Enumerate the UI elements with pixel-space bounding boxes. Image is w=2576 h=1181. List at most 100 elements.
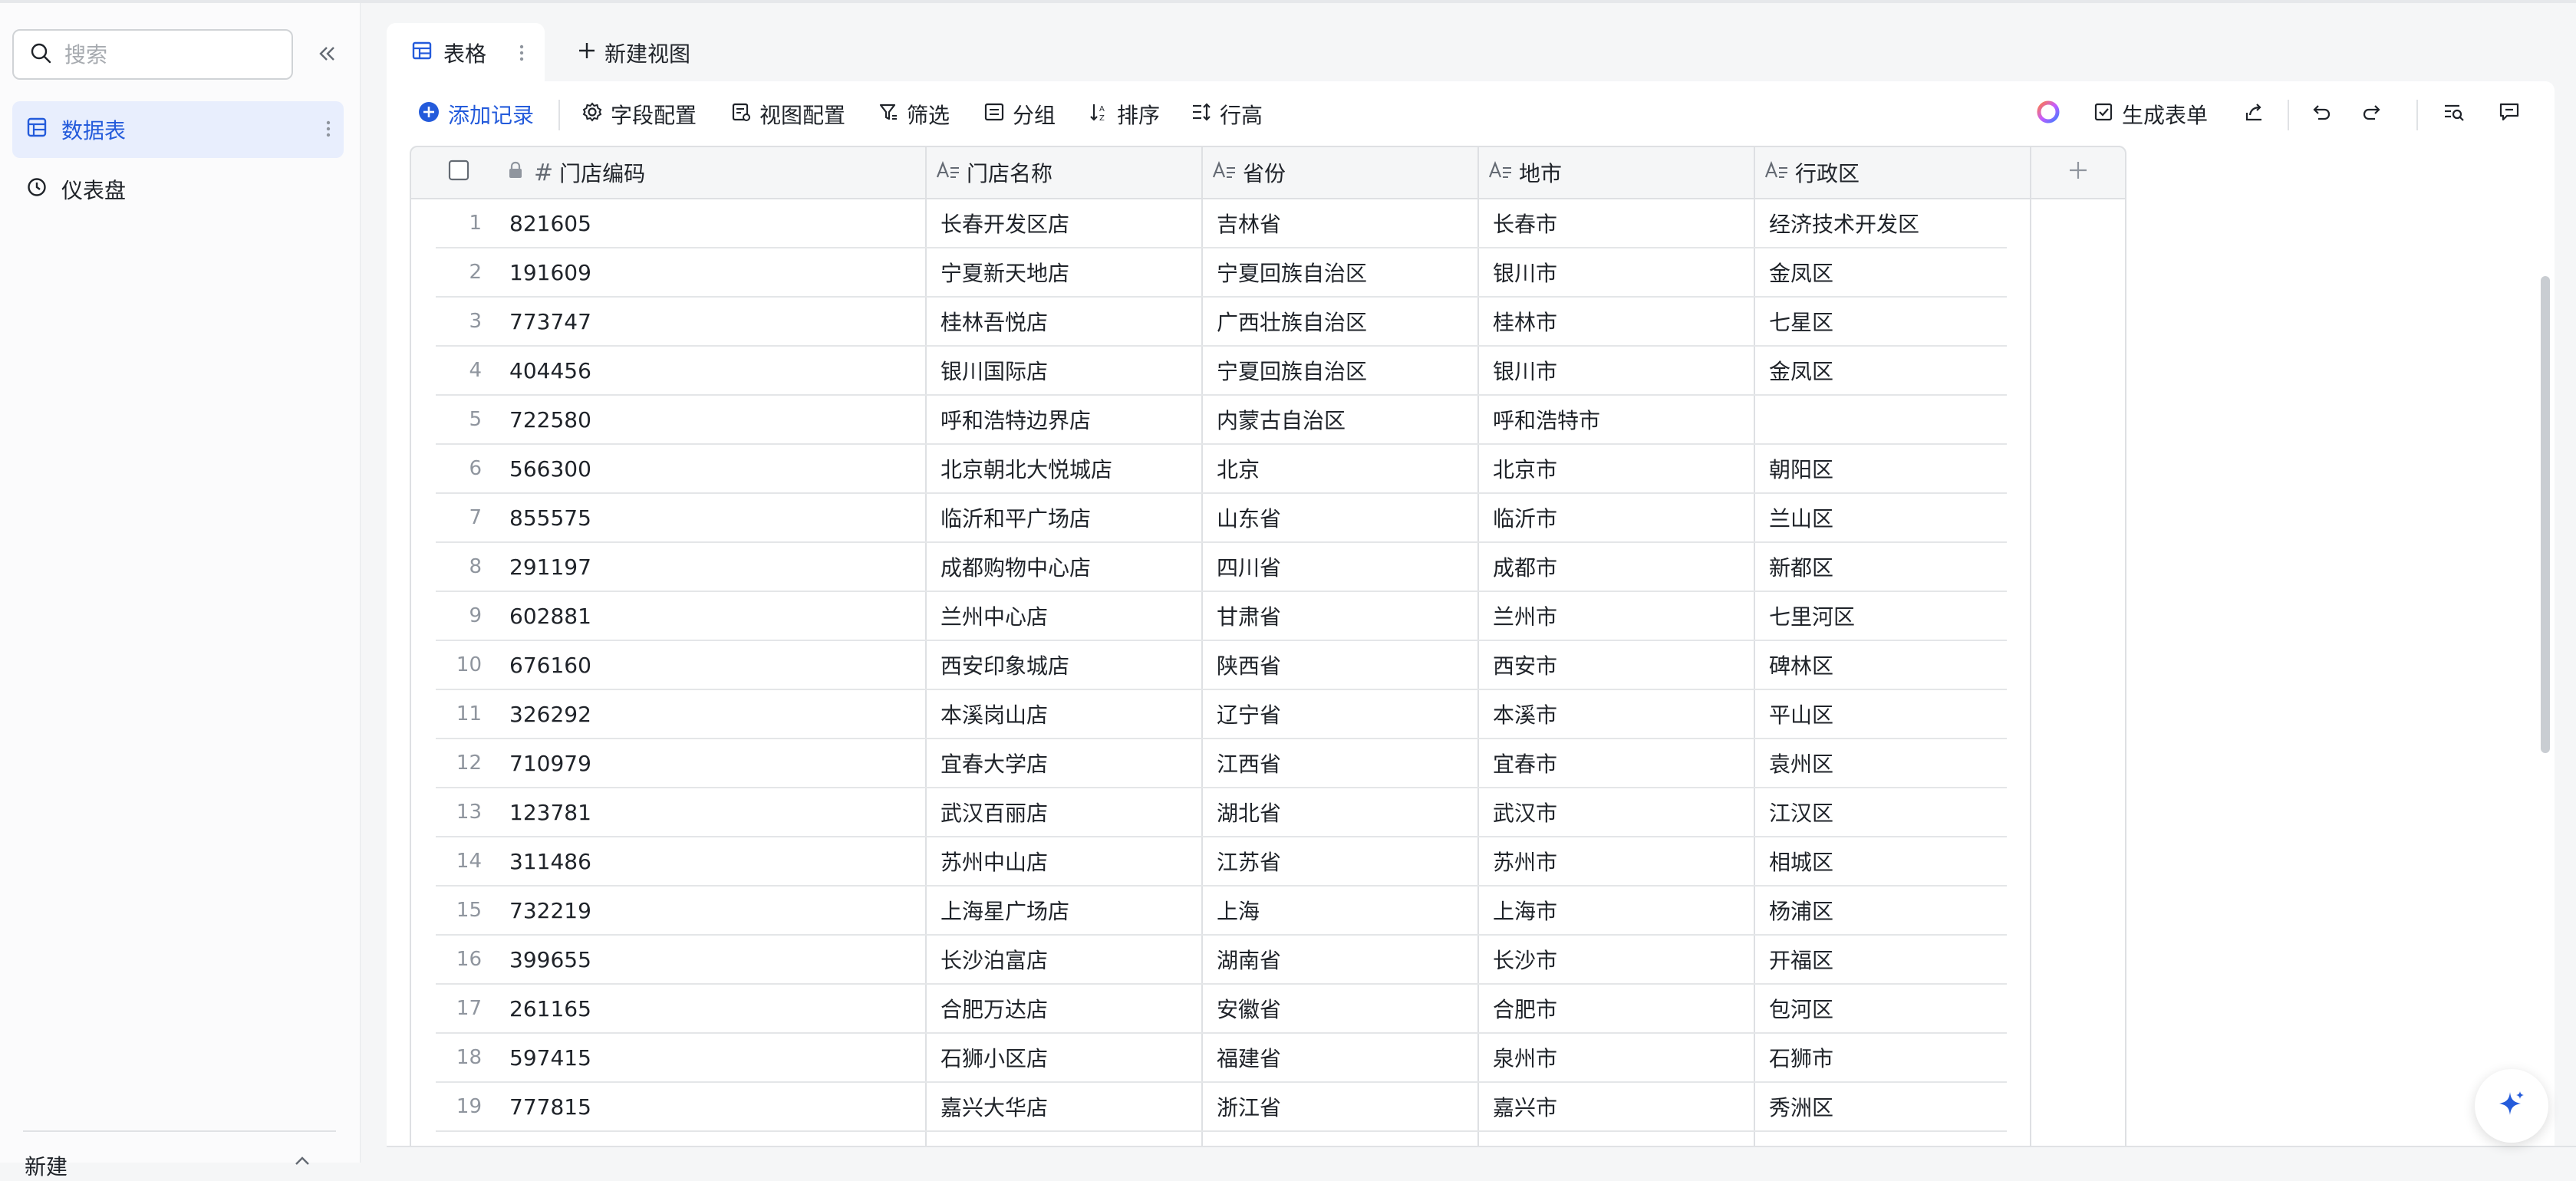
cell-city[interactable]: 武汉市 bbox=[1493, 788, 1557, 836]
more-icon[interactable] bbox=[325, 117, 331, 146]
cell-city[interactable]: 临沂市 bbox=[1493, 494, 1557, 541]
cell-province[interactable]: 辽宁省 bbox=[1217, 690, 1281, 738]
cell-name[interactable]: 宁夏新天地店 bbox=[940, 248, 1069, 296]
table-row[interactable]: 11 326292 本溪岗山店 辽宁省 本溪市 平山区 bbox=[436, 690, 2007, 739]
cell-code[interactable]: 710979 bbox=[509, 739, 591, 787]
cell-district[interactable]: 朝阳区 bbox=[1769, 445, 1833, 492]
table-row[interactable]: 8 291197 成都购物中心店 四川省 成都市 新都区 bbox=[436, 543, 2007, 592]
cell-name[interactable]: 苏州中山店 bbox=[940, 837, 1048, 885]
comment-button[interactable] bbox=[2498, 97, 2521, 132]
search-box[interactable] bbox=[12, 29, 293, 80]
cell-province[interactable]: 安徽省 bbox=[1217, 985, 1281, 1032]
cell-city[interactable]: 宜春市 bbox=[1493, 739, 1557, 787]
sort-button[interactable]: AZ 排序 bbox=[1088, 97, 1160, 132]
cell-code[interactable]: 676160 bbox=[509, 641, 591, 689]
cell-district[interactable]: 经济技术开发区 bbox=[1769, 199, 1919, 247]
cell-district[interactable]: 新都区 bbox=[1769, 543, 1833, 590]
cell-code[interactable]: 821605 bbox=[509, 199, 591, 247]
table-row[interactable]: 17 261165 合肥万达店 安徽省 合肥市 包河区 bbox=[436, 985, 2007, 1034]
cell-district[interactable]: 碑林区 bbox=[1769, 641, 1833, 689]
new-section-label[interactable]: 新建 bbox=[25, 1150, 68, 1181]
group-button[interactable]: 分组 bbox=[983, 97, 1056, 132]
cell-city[interactable]: 泉州市 bbox=[1493, 1034, 1557, 1081]
share-button[interactable] bbox=[2243, 97, 2266, 132]
cell-city[interactable]: 苏州市 bbox=[1493, 837, 1557, 885]
cell-city[interactable]: 银川市 bbox=[1493, 248, 1557, 296]
cell-code[interactable]: 123781 bbox=[509, 788, 591, 836]
cell-name[interactable]: 成都购物中心店 bbox=[940, 543, 1091, 590]
cell-province[interactable]: 北京 bbox=[1217, 445, 1260, 492]
cell-name[interactable]: 西安印象城店 bbox=[940, 641, 1069, 689]
cell-district[interactable]: 平山区 bbox=[1769, 690, 1833, 738]
add-field-button[interactable] bbox=[2031, 147, 2125, 198]
cell-city[interactable]: 合肥市 bbox=[1493, 985, 1557, 1032]
cell-province[interactable]: 宁夏回族自治区 bbox=[1217, 347, 1367, 394]
collapse-sidebar-button[interactable] bbox=[311, 40, 342, 71]
cell-code[interactable]: 855575 bbox=[509, 494, 591, 541]
add-record-button[interactable]: 添加记录 bbox=[417, 97, 534, 132]
cell-name[interactable]: 嘉兴大华店 bbox=[940, 1083, 1048, 1130]
chevron-up-icon[interactable] bbox=[292, 1153, 313, 1172]
redo-button[interactable] bbox=[2361, 97, 2384, 132]
cell-city[interactable]: 西安市 bbox=[1493, 641, 1557, 689]
cell-code[interactable]: 326292 bbox=[509, 690, 591, 738]
cell-city[interactable]: 长春市 bbox=[1493, 199, 1557, 247]
table-row[interactable]: 16 399655 长沙泊富店 湖南省 长沙市 开福区 bbox=[436, 936, 2007, 985]
table-row[interactable]: 12 710979 宜春大学店 江西省 宜春市 袁州区 bbox=[436, 739, 2007, 788]
cell-district[interactable]: 七星区 bbox=[1769, 298, 1833, 345]
table-row[interactable]: 7 855575 临沂和平广场店 山东省 临沂市 兰山区 bbox=[436, 494, 2007, 543]
cell-code[interactable]: 722580 bbox=[509, 396, 591, 443]
cell-code[interactable]: 311486 bbox=[509, 837, 591, 885]
table-row[interactable]: 14 311486 苏州中山店 江苏省 苏州市 相城区 bbox=[436, 837, 2007, 887]
column-header-name[interactable]: 门店名称 bbox=[927, 147, 1203, 198]
cell-province[interactable]: 广西壮族自治区 bbox=[1217, 298, 1367, 345]
cell-district[interactable]: 兰山区 bbox=[1769, 494, 1833, 541]
cell-city[interactable]: 兰州市 bbox=[1493, 592, 1557, 640]
cell-city[interactable]: 嘉兴市 bbox=[1493, 1083, 1557, 1130]
cell-name[interactable]: 临沂和平广场店 bbox=[940, 494, 1091, 541]
cell-name[interactable]: 合肥万达店 bbox=[940, 985, 1048, 1032]
cell-district[interactable]: 相城区 bbox=[1769, 837, 1833, 885]
cell-district[interactable]: 金凤区 bbox=[1769, 347, 1833, 394]
cell-name[interactable]: 呼和浩特边界店 bbox=[940, 396, 1091, 443]
cell-province[interactable]: 江苏省 bbox=[1217, 837, 1281, 885]
filter-button[interactable]: 筛选 bbox=[878, 97, 950, 132]
table-row[interactable]: 4 404456 银川国际店 宁夏回族自治区 银川市 金凤区 bbox=[436, 347, 2007, 396]
column-header-district[interactable]: 行政区 bbox=[1755, 147, 2031, 198]
cell-code[interactable]: 602881 bbox=[509, 592, 591, 640]
cell-code[interactable]: 566300 bbox=[509, 445, 591, 492]
ai-assistant-button[interactable] bbox=[2036, 97, 2060, 132]
cell-district[interactable]: 七里河区 bbox=[1769, 592, 1855, 640]
table-row[interactable]: 9 602881 兰州中心店 甘肃省 兰州市 七里河区 bbox=[436, 592, 2007, 641]
cell-name[interactable]: 北京朝北大悦城店 bbox=[940, 445, 1112, 492]
cell-province[interactable]: 山东省 bbox=[1217, 494, 1281, 541]
search-input[interactable] bbox=[64, 41, 272, 67]
cell-province[interactable]: 内蒙古自治区 bbox=[1217, 396, 1346, 443]
cell-code[interactable]: 777815 bbox=[509, 1083, 591, 1130]
column-header-city[interactable]: 地市 bbox=[1479, 147, 1755, 198]
column-header-province[interactable]: 省份 bbox=[1203, 147, 1479, 198]
vertical-scrollbar[interactable] bbox=[2541, 276, 2550, 753]
cell-city[interactable]: 本溪市 bbox=[1493, 690, 1557, 738]
cell-name[interactable]: 武汉百丽店 bbox=[940, 788, 1048, 836]
table-row[interactable]: 2 191609 宁夏新天地店 宁夏回族自治区 银川市 金凤区 bbox=[436, 248, 2007, 298]
cell-province[interactable]: 湖北省 bbox=[1217, 788, 1281, 836]
cell-code[interactable]: 261165 bbox=[509, 985, 591, 1032]
cell-province[interactable]: 甘肃省 bbox=[1217, 592, 1281, 640]
find-button[interactable] bbox=[2443, 97, 2466, 132]
column-header-code[interactable]: # 门店编码 bbox=[506, 147, 927, 198]
cell-city[interactable]: 成都市 bbox=[1493, 543, 1557, 590]
cell-name[interactable]: 长沙泊富店 bbox=[940, 936, 1048, 983]
table-row[interactable]: 10 676160 西安印象城店 陕西省 西安市 碑林区 bbox=[436, 641, 2007, 690]
table-row[interactable]: 13 123781 武汉百丽店 湖北省 武汉市 江汉区 bbox=[436, 788, 2007, 837]
sidebar-item-data-table[interactable]: 数据表 bbox=[12, 101, 344, 158]
cell-district[interactable]: 江汉区 bbox=[1769, 788, 1833, 836]
cell-district[interactable]: 开福区 bbox=[1769, 936, 1833, 983]
tab-table-view[interactable]: 表格 bbox=[387, 23, 545, 83]
table-row[interactable]: 3 773747 桂林吾悦店 广西壮族自治区 桂林市 七星区 bbox=[436, 298, 2007, 347]
cell-district[interactable]: 包河区 bbox=[1769, 985, 1833, 1032]
cell-province[interactable]: 吉林省 bbox=[1217, 199, 1281, 247]
cell-province[interactable]: 上海 bbox=[1217, 887, 1260, 934]
cell-name[interactable]: 本溪岗山店 bbox=[940, 690, 1048, 738]
cell-province[interactable]: 宁夏回族自治区 bbox=[1217, 248, 1367, 296]
